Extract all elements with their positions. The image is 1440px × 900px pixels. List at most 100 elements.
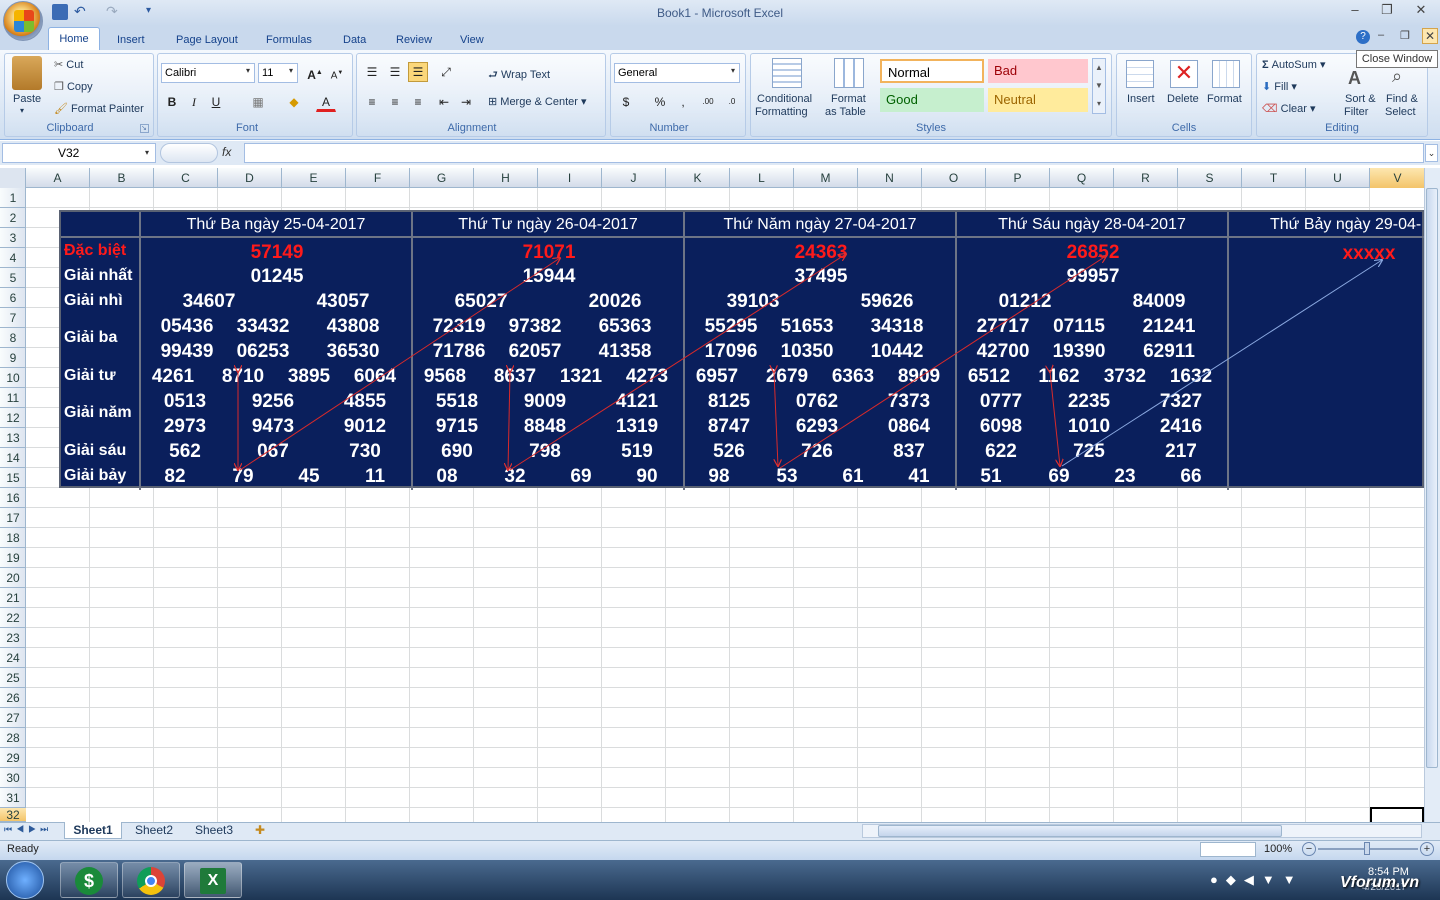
row-header-3[interactable]: 3 (0, 228, 26, 248)
style-good[interactable]: Good (880, 88, 984, 112)
dialog-launcher-icon[interactable]: ↘ (140, 124, 149, 133)
column-header-v[interactable]: V (1370, 168, 1426, 188)
font-name-select[interactable]: Calibri (161, 63, 255, 83)
select-all-corner[interactable] (0, 168, 26, 188)
name-box[interactable]: V32 (2, 143, 156, 163)
help-icon[interactable]: ? (1356, 30, 1370, 44)
style-normal[interactable]: Normal (880, 59, 984, 83)
insert-sheet-icon[interactable]: ✚ (248, 822, 272, 839)
increase-decimal-icon[interactable]: .00 (698, 92, 718, 112)
formula-bar-handle[interactable] (160, 143, 218, 163)
row-header-22[interactable]: 22 (0, 608, 26, 628)
restore-button[interactable]: ❐ (1376, 2, 1398, 20)
row-header-23[interactable]: 23 (0, 628, 26, 648)
column-header-q[interactable]: Q (1050, 168, 1114, 188)
tab-page-layout[interactable]: Page Layout (176, 30, 238, 50)
minimize-button[interactable]: – (1344, 2, 1366, 20)
taskbar-excel[interactable]: X (184, 862, 242, 898)
orientation-icon[interactable]: ⤢ (436, 62, 456, 82)
column-header-m[interactable]: M (794, 168, 858, 188)
column-header-f[interactable]: F (346, 168, 410, 188)
formula-input[interactable] (244, 143, 1424, 163)
column-header-j[interactable]: J (602, 168, 666, 188)
row-header-26[interactable]: 26 (0, 688, 26, 708)
column-header-i[interactable]: I (538, 168, 602, 188)
styles-gallery-scroll[interactable]: ▲ ▼ ▾ (1092, 58, 1106, 114)
row-header-32[interactable]: 32 (0, 808, 26, 822)
sheet-tab-3[interactable]: Sheet3 (186, 822, 242, 839)
tab-view[interactable]: View (460, 30, 484, 50)
horizontal-scroll-thumb[interactable] (878, 825, 1282, 837)
tab-insert[interactable]: Insert (117, 30, 145, 50)
row-header-29[interactable]: 29 (0, 748, 26, 768)
row-header-30[interactable]: 30 (0, 768, 26, 788)
expand-formula-bar-icon[interactable]: ⌄ (1425, 144, 1438, 162)
row-header-13[interactable]: 13 (0, 428, 26, 448)
start-button[interactable] (6, 861, 44, 899)
align-middle-icon[interactable]: ☰ (385, 62, 405, 82)
cut-button[interactable]: ✂ Cut (54, 58, 83, 71)
row-header-19[interactable]: 19 (0, 548, 26, 568)
zoom-level[interactable]: 100% (1264, 843, 1292, 855)
font-color-icon[interactable]: A (316, 92, 336, 112)
zoom-out-icon[interactable]: − (1302, 842, 1316, 856)
column-header-n[interactable]: N (858, 168, 922, 188)
active-cell-v32[interactable] (1370, 807, 1424, 822)
column-header-c[interactable]: C (154, 168, 218, 188)
row-header-6[interactable]: 6 (0, 288, 26, 308)
bold-button[interactable]: B (162, 92, 182, 112)
column-header-a[interactable]: A (26, 168, 90, 188)
row-header-17[interactable]: 17 (0, 508, 26, 528)
row-header-24[interactable]: 24 (0, 648, 26, 668)
row-header-25[interactable]: 25 (0, 668, 26, 688)
vertical-scroll-thumb[interactable] (1426, 188, 1438, 768)
increase-indent-icon[interactable]: ⇥ (456, 92, 476, 112)
delete-cells-button[interactable]: Delete (1167, 93, 1199, 105)
autosum-button[interactable]: Σ AutoSum ▾ (1262, 58, 1326, 71)
insert-function-button[interactable]: fx (222, 145, 231, 159)
sheet-tab-1[interactable]: Sheet1 (64, 822, 122, 839)
row-header-5[interactable]: 5 (0, 268, 26, 288)
column-header-d[interactable]: D (218, 168, 282, 188)
wrap-text-button[interactable]: ⮐ Wrap Text (488, 66, 550, 85)
column-header-o[interactable]: O (922, 168, 986, 188)
row-header-21[interactable]: 21 (0, 588, 26, 608)
shrink-font-icon[interactable]: A▼ (327, 63, 347, 83)
row-header-28[interactable]: 28 (0, 728, 26, 748)
align-left-icon[interactable]: ≡ (362, 92, 382, 112)
taskbar-chrome[interactable] (122, 862, 180, 898)
format-cells-button[interactable]: Format (1207, 93, 1242, 105)
align-top-icon[interactable]: ☰ (362, 62, 382, 82)
decrease-decimal-icon[interactable]: .0 (722, 92, 742, 112)
row-header-16[interactable]: 16 (0, 488, 26, 508)
borders-icon[interactable]: ▦ (248, 92, 268, 112)
sheet-tab-2[interactable]: Sheet2 (126, 822, 182, 839)
row-header-14[interactable]: 14 (0, 448, 26, 468)
align-bottom-icon[interactable]: ☰ (408, 62, 428, 82)
comma-button[interactable]: , (673, 92, 693, 112)
row-header-1[interactable]: 1 (0, 188, 26, 208)
row-header-27[interactable]: 27 (0, 708, 26, 728)
column-header-k[interactable]: K (666, 168, 730, 188)
view-buttons[interactable] (1200, 842, 1256, 857)
decrease-indent-icon[interactable]: ⇤ (434, 92, 454, 112)
tab-review[interactable]: Review (396, 30, 432, 50)
row-header-7[interactable]: 7 (0, 308, 26, 328)
tab-formulas[interactable]: Formulas (266, 30, 312, 50)
row-header-20[interactable]: 20 (0, 568, 26, 588)
clear-button[interactable]: ⌫ Clear ▾ (1262, 102, 1316, 115)
format-as-table-button[interactable]: Format (831, 93, 866, 105)
row-header-15[interactable]: 15 (0, 468, 26, 488)
find-select-button[interactable]: Find & (1386, 93, 1418, 105)
sort-filter-button[interactable]: Sort & (1345, 93, 1376, 105)
name-box-dropdown-icon[interactable]: ▾ (145, 148, 149, 157)
row-header-18[interactable]: 18 (0, 528, 26, 548)
number-format-select[interactable]: General (614, 63, 740, 83)
row-header-31[interactable]: 31 (0, 788, 26, 808)
column-header-g[interactable]: G (410, 168, 474, 188)
copy-button[interactable]: ❐ Copy (54, 80, 93, 93)
column-header-r[interactable]: R (1114, 168, 1178, 188)
close-workbook-icon[interactable]: ✕ (1422, 28, 1438, 44)
column-header-h[interactable]: H (474, 168, 538, 188)
minimize-workbook-icon[interactable]: – (1378, 29, 1384, 41)
